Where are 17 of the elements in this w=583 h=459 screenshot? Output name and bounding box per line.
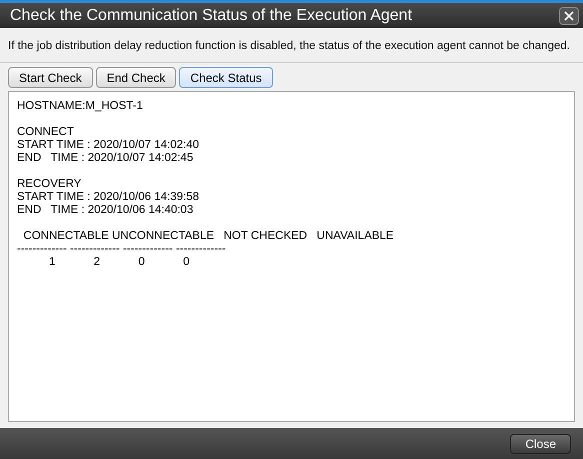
output-line: CONNECTABLE UNCONNECTABLE NOT CHECKED UNAVAILABLE — [22, 230, 395, 243]
output-line: CONNECT — [17, 126, 75, 139]
output-line: 1 2 0 0 — [48, 256, 191, 269]
output-line: END TIME : 2020/10/07 14:02:45 — [17, 152, 194, 165]
close-button[interactable]: Close — [510, 434, 571, 454]
output-line: RECOVERY — [17, 178, 82, 191]
toolbar-tab[interactable]: Start Check — [8, 67, 93, 88]
output-line: START TIME : 2020/10/06 14:39:58 — [17, 191, 200, 204]
output-line: ------------- ------------- ------------- ------------- — [17, 243, 227, 256]
window-title: Check the Communication Status of the Execution Agent — [10, 6, 412, 26]
output-line: END TIME : 2020/10/06 14:40:03 — [17, 204, 194, 217]
close-icon[interactable] — [559, 6, 579, 24]
toolbar-tab[interactable]: Check Status — [179, 67, 273, 88]
toolbar-tab[interactable]: End Check — [96, 67, 176, 88]
notice-text: If the job distribution delay reduction function is disabled, the status of the execution agent cannot be changed. — [8, 40, 570, 52]
output-line: HOSTNAME:M_HOST-1 — [17, 100, 144, 113]
output-line: START TIME : 2020/10/07 14:02:40 — [17, 139, 200, 152]
